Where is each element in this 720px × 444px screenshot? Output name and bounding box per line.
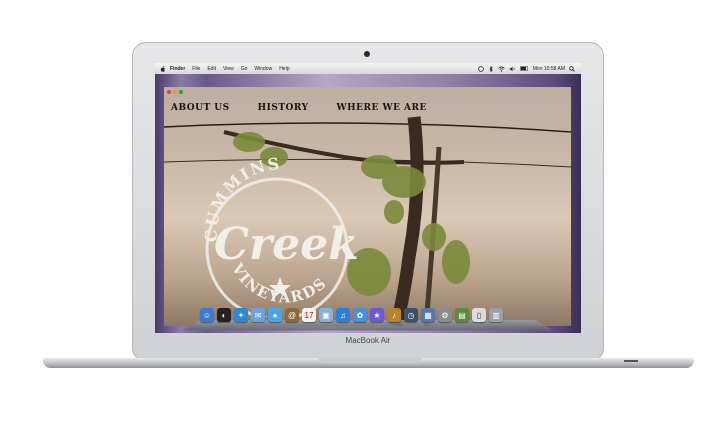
- laptop-notch: [318, 358, 422, 363]
- window-controls: [167, 90, 183, 94]
- timemachine-icon[interactable]: [477, 65, 484, 72]
- preview-icon[interactable]: ▣: [319, 308, 333, 322]
- menu-edit[interactable]: Edit: [207, 66, 216, 72]
- downloads-icon[interactable]: ▯: [472, 308, 486, 322]
- dashboard-icon[interactable]: ◐: [217, 308, 231, 322]
- documents-icon[interactable]: ▤: [455, 308, 469, 322]
- nav-where-we-are[interactable]: WHERE WE ARE: [337, 103, 427, 113]
- desktop-background: ABOUT US HISTORY WHERE WE ARE CUMMINS Cr…: [155, 74, 581, 333]
- logo-main-text: Creek: [214, 219, 359, 270]
- camera-icon: [364, 51, 370, 57]
- cummins-creek-logo: CUMMINS Creek VINEYARDS: [202, 157, 359, 317]
- menu-file[interactable]: File: [192, 66, 200, 72]
- hero-image: ABOUT US HISTORY WHERE WE ARE CUMMINS Cr…: [164, 87, 571, 326]
- bluetooth-icon[interactable]: [488, 65, 494, 72]
- zoom-button[interactable]: [179, 90, 183, 94]
- site-nav: ABOUT US HISTORY WHERE WE ARE: [171, 103, 427, 113]
- close-button[interactable]: [167, 90, 171, 94]
- website-window: ABOUT US HISTORY WHERE WE ARE CUMMINS Cr…: [164, 87, 571, 326]
- time-machine-icon[interactable]: ◷: [404, 308, 418, 322]
- finder-icon[interactable]: ☺: [200, 308, 214, 322]
- spotlight-icon[interactable]: [569, 65, 575, 72]
- nav-about-us[interactable]: ABOUT US: [171, 103, 230, 113]
- ichat-icon[interactable]: ●: [268, 308, 282, 322]
- menu-clock[interactable]: Mon 10:58 AM: [533, 66, 565, 72]
- address-book-icon[interactable]: @: [285, 308, 299, 322]
- nav-history[interactable]: HISTORY: [258, 103, 309, 113]
- system-preferences-icon[interactable]: ⚙: [438, 308, 452, 322]
- menu-view[interactable]: View: [223, 66, 234, 72]
- dock: ☺ ◐ ✦ ✉ ● @ 17 ▣ ♫ ✿ ★ ♪ ◷ ▦ ⚙ ▤ ▯ ▥: [182, 307, 554, 331]
- menu-help[interactable]: Help: [279, 66, 289, 72]
- battery-icon[interactable]: [520, 66, 529, 71]
- menu-extras: Mon 10:58 AM: [477, 63, 575, 74]
- safari-icon[interactable]: ✦: [234, 308, 248, 322]
- minimize-button[interactable]: [173, 90, 177, 94]
- sleep-led: [624, 360, 638, 362]
- macbook-label: MacBook Air: [345, 336, 391, 345]
- apple-icon[interactable]: [160, 65, 166, 72]
- laptop-screen: Finder File Edit View Go Window Help Mon…: [155, 63, 581, 333]
- menu-go[interactable]: Go: [241, 66, 248, 72]
- menu-finder[interactable]: Finder: [170, 66, 185, 72]
- imovie-icon[interactable]: ★: [370, 308, 384, 322]
- iphoto-icon[interactable]: ✿: [353, 308, 367, 322]
- wifi-icon[interactable]: [498, 66, 505, 72]
- mail-icon[interactable]: ✉: [251, 308, 265, 322]
- menu-window[interactable]: Window: [254, 66, 272, 72]
- itunes-icon[interactable]: ♫: [336, 308, 350, 322]
- calendar-icon[interactable]: 17: [302, 308, 316, 322]
- garageband-icon[interactable]: ♪: [387, 308, 401, 322]
- trash-icon[interactable]: ▥: [489, 308, 503, 322]
- menu-bar: Finder File Edit View Go Window Help Mon…: [155, 63, 581, 74]
- spaces-icon[interactable]: ▦: [421, 308, 435, 322]
- volume-icon[interactable]: [509, 66, 516, 72]
- dock-icons: ☺ ◐ ✦ ✉ ● @ 17 ▣ ♫ ✿ ★ ♪ ◷ ▦ ⚙ ▤ ▯ ▥: [200, 308, 503, 322]
